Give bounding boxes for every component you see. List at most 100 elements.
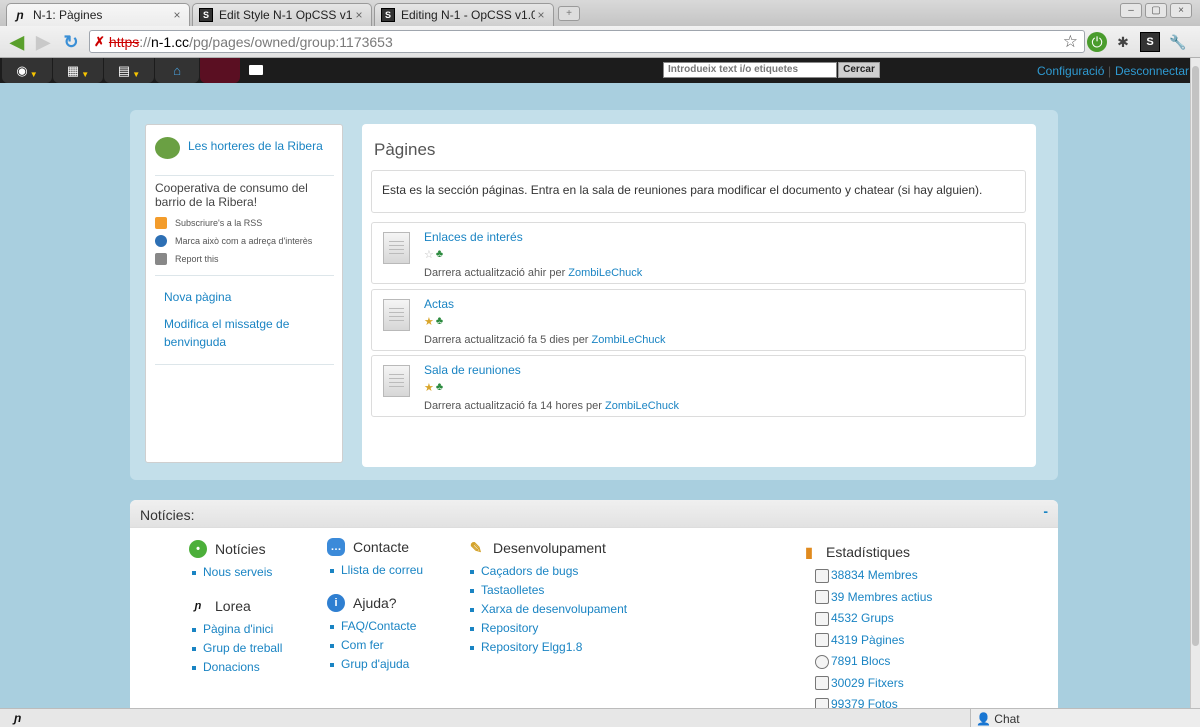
page-icons: ★ ♣ xyxy=(424,315,443,328)
n1-logo-icon: ɲ xyxy=(194,600,202,612)
pin-icon xyxy=(155,235,167,247)
list-item[interactable]: FAQ/Contacte xyxy=(327,617,416,636)
stylish-icon: S xyxy=(199,8,213,22)
user-icon xyxy=(815,568,829,583)
home-button[interactable]: ⌂ xyxy=(155,58,199,83)
list-item[interactable]: Grup de treball xyxy=(189,639,282,658)
news-panel: Notícies: - • Notícies Nous serveis ɲ Lore… xyxy=(130,500,1058,727)
list-item[interactable]: Caçadors de bugs xyxy=(467,562,627,581)
elgg-menu-icon[interactable]: ◉ ▼ xyxy=(2,58,52,83)
new-tab-button[interactable]: + xyxy=(558,6,580,21)
list-item[interactable]: Donacions xyxy=(189,658,282,677)
stat-label: 39 Membres actius xyxy=(831,589,933,604)
browser-tab-editing[interactable]: S Editing N-1 - OpCSS v1.0 - × xyxy=(374,3,554,26)
stat-active-members[interactable]: 39 Membres actius xyxy=(815,587,932,609)
messages-icon[interactable] xyxy=(249,65,263,75)
list-item[interactable]: Com fer xyxy=(327,636,416,655)
browser-tab-n1-pages[interactable]: ɲ N-1: Pàgines × xyxy=(6,3,190,26)
stat-files[interactable]: 30029 Fitxers xyxy=(815,673,932,695)
search-button[interactable]: Cercar xyxy=(838,62,880,78)
page-link[interactable]: Enlaces de interés xyxy=(424,230,523,244)
page-meta: Darrera actualització ahir per ZombiLeCh… xyxy=(424,267,642,279)
reload-icon[interactable]: ↻ xyxy=(60,31,82,53)
list-item[interactable]: Nous serveis xyxy=(189,563,272,582)
close-tab-icon[interactable]: × xyxy=(535,8,547,22)
n1-logo-icon[interactable]: ɲ xyxy=(14,711,21,725)
bookmark-star-icon[interactable]: ☆ xyxy=(1063,32,1078,52)
estadistiques-column: ▮ Estadístiques 38834 Membres 39 Membres … xyxy=(800,543,932,716)
maximize-button[interactable]: ▢ xyxy=(1145,3,1167,18)
list-item[interactable]: Grup d'ajuda xyxy=(327,655,416,674)
group-avatar[interactable] xyxy=(155,137,180,159)
stat-groups[interactable]: 4532 Grups xyxy=(815,608,932,630)
extension-bug-icon[interactable]: ✱ xyxy=(1113,32,1133,52)
back-arrow-icon[interactable]: ◀ xyxy=(6,31,28,53)
collapse-toggle[interactable]: - xyxy=(1043,503,1048,519)
chat-button[interactable]: 👤 Chat xyxy=(970,709,1200,727)
extension-green-icon[interactable]: ⏻ xyxy=(1087,32,1107,52)
caret-icon: ▼ xyxy=(132,70,141,79)
list-item[interactable]: Xarxa de desenvolupament xyxy=(467,600,627,619)
chat-bubble-icon: … xyxy=(327,538,345,556)
star-filled-icon[interactable]: ★ xyxy=(424,315,434,328)
author-link[interactable]: ZombiLeChuck xyxy=(568,267,642,279)
new-page-link[interactable]: Nova pàgina xyxy=(164,288,324,306)
wrench-icon[interactable]: 🔧 xyxy=(1168,32,1188,52)
list-item[interactable]: Repository xyxy=(467,619,627,638)
list-item: Enlaces de interés ☆ ♣ Darrera actualitza… xyxy=(371,222,1026,284)
page-meta: Darrera actualització fa 5 dies per Zomb… xyxy=(424,334,666,346)
stat-blogs[interactable]: 7891 Blocs xyxy=(815,651,932,673)
list-item[interactable]: Tastaolletes xyxy=(467,581,627,600)
star-filled-icon[interactable]: ★ xyxy=(424,381,434,394)
page-link[interactable]: Actas xyxy=(424,297,454,311)
site-top-bar: ◉ ▼ ▦ ▼ ▤ ▼ ⌂ Introdueix text i/o etiquetes… xyxy=(0,58,1190,83)
noticies-column: • Notícies Nous serveis xyxy=(189,540,272,582)
tab-title: Editing N-1 - OpCSS v1.0 - xyxy=(401,8,535,22)
divider xyxy=(155,364,334,365)
stat-members[interactable]: 38834 Membres xyxy=(815,565,932,587)
group-name-link[interactable]: Les horteres de la Ribera xyxy=(188,139,323,153)
site-search-input[interactable]: Introdueix text i/o etiquetes xyxy=(663,62,837,78)
forward-arrow-icon[interactable]: ▶ xyxy=(32,31,54,53)
bookmark-action[interactable]: Marca això com a adreça d'interès xyxy=(155,235,312,247)
stat-label: 38834 Membres xyxy=(831,568,918,582)
document-icon xyxy=(383,299,410,331)
news-icon: • xyxy=(189,540,207,558)
list-item: Sala de reuniones ★ ♣ Darrera actualitzac… xyxy=(371,355,1026,417)
list-item[interactable]: Repository Elgg1.8 xyxy=(467,638,627,657)
close-tab-icon[interactable]: × xyxy=(171,8,183,22)
settings-link[interactable]: Configuració xyxy=(1037,64,1104,78)
list-item[interactable]: Llista de correu xyxy=(327,561,423,580)
meta-text: Darrera actualització ahir per xyxy=(424,267,566,279)
browser-tab-edit-style[interactable]: S Edit Style N-1 OpCSS v1.0 × xyxy=(192,3,372,26)
stat-pages[interactable]: 4319 Pàgines xyxy=(815,630,932,652)
groups-menu-icon[interactable]: ▤ ▼ xyxy=(104,58,154,83)
star-empty-icon[interactable]: ☆ xyxy=(424,248,434,261)
chat-label: Chat xyxy=(994,712,1020,726)
list-item[interactable]: Pàgina d'inici xyxy=(189,620,282,639)
close-tab-icon[interactable]: × xyxy=(353,8,365,22)
edit-welcome-link[interactable]: Modifica el missatge de benvinguda xyxy=(164,315,324,351)
tools-menu-icon[interactable]: ▦ ▼ xyxy=(53,58,103,83)
pages-content: Pàgines Esta es la sección páginas. Entr… xyxy=(362,124,1036,467)
minimize-button[interactable]: – xyxy=(1120,3,1142,18)
group-icon: ♣ xyxy=(435,315,444,327)
page-scrollbar[interactable] xyxy=(1190,58,1200,708)
close-window-button[interactable]: × xyxy=(1170,3,1192,18)
url-host: n-1.cc xyxy=(150,33,190,50)
signal-icon xyxy=(815,590,829,605)
logout-link[interactable]: Desconnectar xyxy=(1115,64,1189,78)
user-avatar[interactable] xyxy=(200,58,240,83)
scrollbar-thumb[interactable] xyxy=(1192,66,1199,646)
author-link[interactable]: ZombiLeChuck xyxy=(605,400,679,412)
bar-chart-icon: ▮ xyxy=(805,543,813,560)
rss-action[interactable]: Subscriure's a la RSS xyxy=(155,217,262,229)
pages-icon xyxy=(815,633,829,648)
page-link[interactable]: Sala de reuniones xyxy=(424,363,521,377)
author-link[interactable]: ZombiLeChuck xyxy=(592,334,666,346)
address-bar[interactable]: ✗ https :// n-1.cc /pg/pages/owned/group… xyxy=(89,30,1085,53)
rss-icon xyxy=(155,217,167,229)
browser-tab-strip: ɲ N-1: Pàgines × S Edit Style N-1 OpCSS … xyxy=(0,0,1200,26)
stylish-extension-icon[interactable]: S xyxy=(1140,32,1160,52)
report-action[interactable]: Report this xyxy=(155,253,219,265)
